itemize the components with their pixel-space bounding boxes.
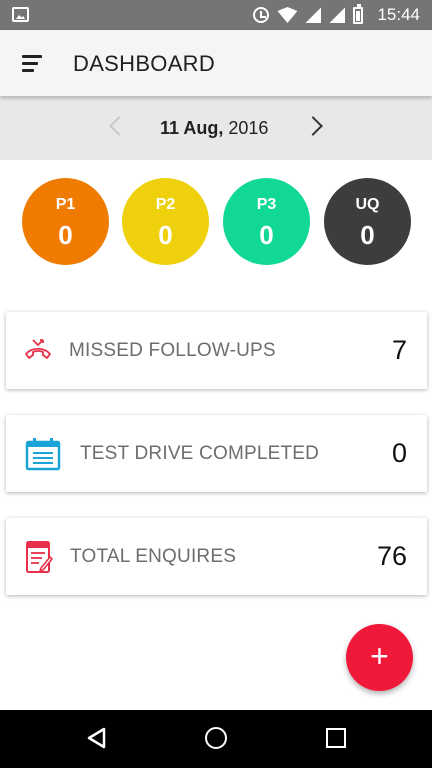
chevron-left-icon[interactable] (109, 116, 129, 136)
priority-p3-circle[interactable]: P3 0 (223, 178, 310, 265)
card-label: TOTAL ENQUIRES (70, 546, 237, 567)
priority-code: P3 (256, 196, 277, 213)
priority-summary: P1 0 P2 0 P3 0 UQ 0 (0, 178, 432, 268)
priority-code: P2 (155, 196, 176, 213)
date-year: 2016 (223, 118, 269, 138)
priority-count: 0 (259, 220, 274, 250)
priority-count: 0 (58, 220, 73, 250)
card-value: 0 (391, 438, 407, 468)
cell-signal-icon: R (305, 7, 322, 23)
priority-p2-circle[interactable]: P2 0 (122, 178, 209, 265)
priority-count: 0 (360, 220, 375, 250)
battery-icon (353, 3, 364, 24)
app-bar: DASHBOARD (0, 30, 432, 96)
back-icon[interactable] (86, 727, 106, 749)
enquiry-form-icon (26, 541, 53, 573)
selected-date[interactable]: 11 Aug, 2016 (160, 118, 268, 139)
missed-call-icon (25, 339, 51, 359)
page-title: DASHBOARD (73, 51, 216, 76)
add-enquiry-fab[interactable]: + (346, 624, 413, 691)
recent-apps-icon[interactable] (326, 728, 346, 748)
priority-count: 0 (158, 220, 173, 250)
calendar-icon (25, 438, 61, 471)
status-bar: R 15:44 (0, 0, 432, 30)
priority-p1-circle[interactable]: P1 0 (22, 178, 109, 265)
chevron-right-icon[interactable] (303, 116, 323, 136)
roaming-indicator: R (298, 11, 305, 21)
system-nav-bar (0, 710, 432, 768)
card-label: TEST DRIVE COMPLETED (80, 443, 320, 464)
priority-code: UQ (355, 196, 380, 213)
priority-code: P1 (55, 196, 76, 213)
total-enquires-card[interactable]: TOTAL ENQUIRES 76 (6, 518, 427, 595)
cell-signal-2-icon (329, 7, 346, 23)
wifi-icon (277, 7, 298, 23)
card-value: 7 (391, 335, 407, 365)
date-day-month: 11 Aug, (160, 118, 224, 138)
card-value: 76 (376, 541, 407, 571)
missed-follow-ups-card[interactable]: MISSED FOLLOW-UPS 7 (6, 312, 427, 389)
test-drive-completed-card[interactable]: TEST DRIVE COMPLETED 0 (6, 415, 427, 492)
status-icons: R 15:44 (253, 0, 420, 30)
status-time: 15:44 (377, 5, 420, 24)
card-label: MISSED FOLLOW-UPS (69, 340, 276, 361)
date-navigator: 11 Aug, 2016 (0, 96, 432, 160)
gallery-notification-icon (12, 7, 29, 22)
plus-icon: + (370, 638, 389, 674)
home-icon[interactable] (205, 727, 227, 749)
alarm-icon (253, 7, 270, 23)
priority-uq-circle[interactable]: UQ 0 (324, 178, 411, 265)
menu-icon[interactable] (22, 53, 44, 73)
